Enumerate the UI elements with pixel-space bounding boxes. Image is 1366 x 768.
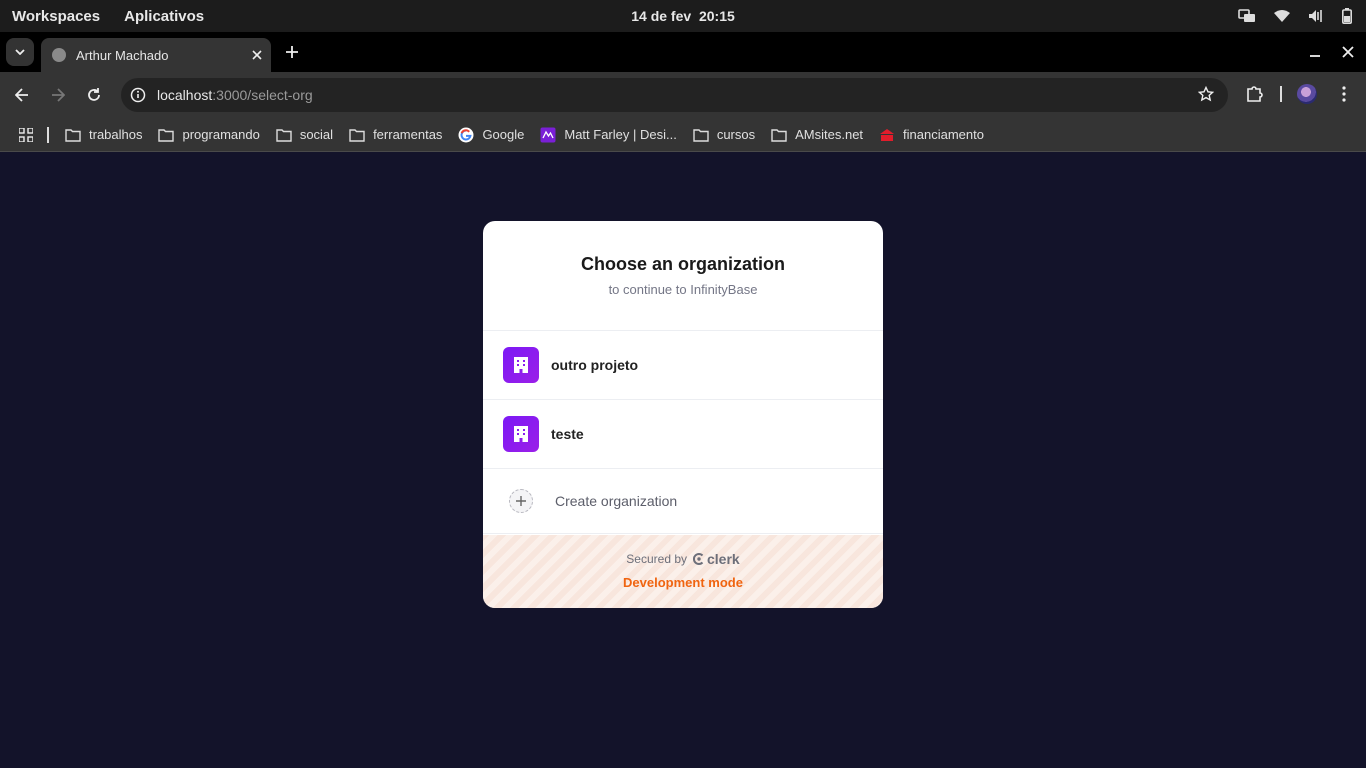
organization-selector-card: Choose an organization to continue to In… bbox=[483, 221, 883, 608]
bookmark-label: Google bbox=[482, 127, 525, 142]
bookmark-label: trabalhos bbox=[89, 127, 143, 142]
google-icon bbox=[458, 127, 474, 143]
bookmark-label: Matt Farley | Desi... bbox=[564, 127, 677, 142]
folder-icon bbox=[349, 128, 365, 142]
forward-button[interactable] bbox=[47, 84, 69, 106]
bookmark-label: financiamento bbox=[903, 127, 984, 142]
development-mode-label: Development mode bbox=[623, 575, 743, 590]
secured-by-label: Secured by bbox=[626, 552, 687, 566]
window-close-button[interactable] bbox=[1338, 40, 1358, 64]
folder-icon bbox=[65, 128, 81, 142]
bookmark-list: trabalhos programando social ferramentas Goo… bbox=[49, 127, 984, 143]
extensions-icon[interactable] bbox=[1244, 84, 1264, 109]
bookmark-item[interactable]: ferramentas bbox=[349, 127, 442, 142]
bookmark-label: ferramentas bbox=[373, 127, 443, 142]
back-button[interactable] bbox=[11, 84, 33, 106]
organization-name: outro projeto bbox=[551, 357, 639, 373]
applications-button[interactable]: Aplicativos bbox=[124, 8, 204, 25]
secured-by: Secured by clerk bbox=[483, 535, 883, 567]
url-path: :3000/select-org bbox=[212, 87, 313, 103]
url-host: localhost bbox=[157, 87, 213, 103]
tab-close-button[interactable] bbox=[243, 50, 271, 60]
arrow-left-icon bbox=[15, 88, 28, 102]
globe-icon bbox=[52, 48, 66, 62]
bookmarks-bar: trabalhos programando social ferramentas Goo… bbox=[0, 118, 1366, 152]
folder-icon bbox=[276, 128, 292, 142]
bookmark-item[interactable]: trabalhos bbox=[65, 127, 142, 142]
wifi-icon[interactable] bbox=[1274, 9, 1290, 23]
tab-active[interactable]: Arthur Machado bbox=[41, 38, 271, 72]
tab-title: Arthur Machado bbox=[76, 47, 169, 63]
system-tray[interactable] bbox=[1238, 0, 1352, 32]
clerk-icon bbox=[693, 553, 704, 565]
card-header: Choose an organization to continue to In… bbox=[483, 221, 883, 331]
building-icon bbox=[503, 416, 539, 452]
bank-icon bbox=[879, 128, 895, 142]
organization-item[interactable]: outro projeto bbox=[483, 331, 883, 400]
new-tab-button[interactable] bbox=[280, 40, 304, 64]
clock-date: 14 de fev bbox=[631, 8, 692, 24]
chevron-down-icon bbox=[15, 49, 25, 55]
create-organization-button[interactable]: Create organization bbox=[483, 469, 883, 534]
clerk-brand: clerk bbox=[707, 551, 740, 567]
building-icon bbox=[503, 347, 539, 383]
bookmark-label: cursos bbox=[716, 127, 756, 142]
clock-time: 20:15 bbox=[698, 8, 735, 24]
address-bar[interactable]: localhost:3000/select-org bbox=[121, 78, 1228, 112]
bookmark-item[interactable]: AMsites.net bbox=[771, 127, 863, 142]
site-info-icon[interactable] bbox=[129, 86, 147, 104]
profile-avatar[interactable] bbox=[1297, 84, 1317, 104]
url-text[interactable]: localhost:3000/select-org bbox=[157, 87, 313, 103]
clock[interactable]: 14 de fev 20:15 bbox=[0, 8, 1366, 24]
battery-icon[interactable] bbox=[1342, 8, 1352, 24]
bookmark-item[interactable]: Matt Farley | Desi... bbox=[540, 127, 677, 143]
volume-icon[interactable] bbox=[1308, 9, 1324, 23]
bookmark-item[interactable]: programando bbox=[158, 127, 260, 142]
system-top-bar: Workspaces Aplicativos 14 de fev 20:15 bbox=[0, 0, 1366, 32]
bookmark-item[interactable]: cursos bbox=[693, 127, 755, 142]
toolbar-divider bbox=[1280, 86, 1282, 102]
reload-icon bbox=[88, 88, 100, 101]
bookmark-item[interactable]: financiamento bbox=[879, 127, 984, 142]
browser-menu-button[interactable] bbox=[1334, 84, 1354, 104]
close-icon bbox=[252, 50, 262, 60]
bookmark-item[interactable]: Google bbox=[458, 127, 524, 143]
window-switch-icon[interactable] bbox=[1238, 9, 1256, 23]
plus-icon bbox=[509, 489, 533, 513]
tab-search-button[interactable] bbox=[6, 38, 34, 66]
folder-icon bbox=[771, 128, 787, 142]
card-title: Choose an organization bbox=[580, 254, 785, 274]
create-organization-label: Create organization bbox=[555, 493, 678, 509]
bookmark-label: programando bbox=[182, 127, 260, 142]
more-vertical-icon bbox=[1342, 86, 1346, 102]
reload-button[interactable] bbox=[83, 84, 105, 106]
folder-icon bbox=[158, 128, 175, 142]
plus-icon bbox=[286, 46, 298, 58]
minimize-icon bbox=[1310, 55, 1320, 57]
minimize-button[interactable] bbox=[1305, 40, 1325, 64]
site-icon bbox=[540, 127, 556, 143]
clerk-logo[interactable]: clerk bbox=[693, 551, 740, 567]
workspaces-button[interactable]: Workspaces bbox=[12, 8, 100, 25]
bookmark-star-icon[interactable] bbox=[1197, 85, 1215, 107]
bookmark-label: social bbox=[299, 127, 334, 142]
folder-icon bbox=[693, 128, 709, 142]
apps-grid-icon[interactable] bbox=[18, 126, 34, 143]
arrow-right-icon bbox=[52, 88, 65, 102]
organization-name: teste bbox=[551, 426, 584, 442]
close-icon bbox=[1342, 46, 1354, 58]
card-footer: Secured by clerk Development mode bbox=[483, 535, 883, 608]
bookmark-label: AMsites.net bbox=[795, 127, 864, 142]
card-subtitle: to continue to InfinityBase bbox=[608, 282, 758, 297]
organization-item[interactable]: teste bbox=[483, 400, 883, 469]
bookmark-item[interactable]: social bbox=[276, 127, 333, 142]
